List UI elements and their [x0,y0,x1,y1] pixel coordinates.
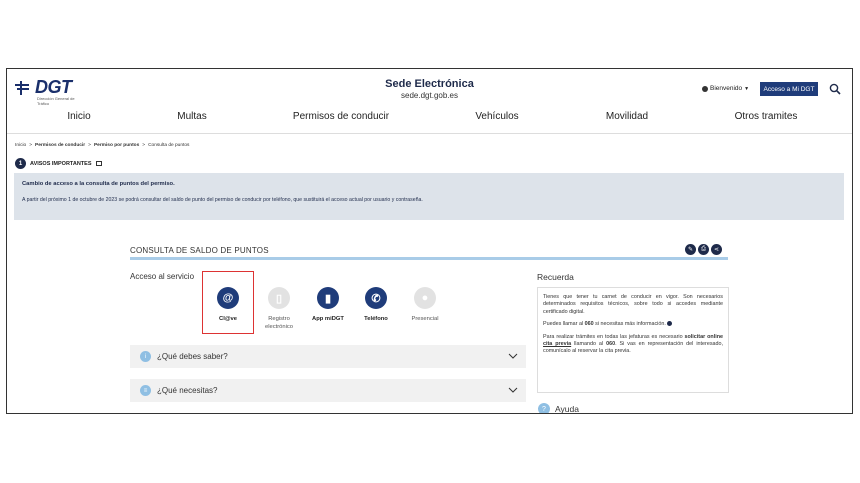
help-icon[interactable] [667,321,673,327]
highlight-box [202,271,254,334]
text-fragment: Para realizar trámites en todas las jefa… [543,333,685,340]
breadcrumb-separator: > [142,143,146,148]
service-registro: ▯ Registro electrónico [257,287,301,331]
text-fragment: si necesitas más información. [593,321,666,328]
nav-item-vehiculos[interactable]: Vehículos [475,111,518,122]
avisos-header[interactable]: 1 AVISOS IMPORTANTES [15,158,102,169]
checklist-icon: ≡ [140,385,151,396]
telephone-icon: ✆ [365,287,387,309]
text-fragment: llamando al [571,341,607,348]
breadcrumb-item-permisos[interactable]: Permisos de conducir [35,143,85,148]
main-nav: Inicio Multas Permisos de conducir Vehíc… [7,111,852,129]
nav-item-permisos[interactable]: Permisos de conducir [293,111,389,122]
avisos-count-badge: 1 [15,158,26,169]
acceso-label: Acceso al servicio [130,272,195,281]
breadcrumb-item-current: Consulta de puntos [148,143,190,148]
document-icon: ▯ [268,287,290,309]
chevron-down-icon [508,387,518,393]
avisos-label: AVISOS IMPORTANTES [30,160,92,167]
ayuda-label: Ayuda [555,404,579,414]
ayuda-section[interactable]: ? Ayuda [538,403,579,414]
accordion-label: ¿Qué necesitas? [157,386,218,395]
nav-divider [7,133,852,134]
browser-frame: DGT Dirección General de Tráfico Sede El… [6,68,853,414]
cita-previa-link[interactable]: cita previa [543,341,571,347]
welcome-label: Bienvenido [710,85,743,92]
recuerda-paragraph-1: Tienes que tener tu carnet de conducir e… [543,294,723,315]
notice-title: Cambio de acceso a la consulta de puntos… [22,181,175,187]
search-icon[interactable] [829,83,841,95]
site-header: DGT Dirección General de Tráfico Sede El… [7,69,852,109]
globe-icon [702,85,708,92]
breadcrumb-item-inicio[interactable]: Inicio [15,143,26,148]
service-label: App miDGT [312,316,344,322]
breadcrumb-separator: > [88,143,91,148]
accordion-que-debes-saber[interactable]: i ¿Qué debes saber? [130,345,526,368]
notice-body: A partir del próximo 1 de octubre de 202… [22,197,423,203]
nav-item-otros[interactable]: Otros tramites [735,111,798,122]
nav-item-multas[interactable]: Multas [177,111,206,122]
breadcrumb-separator: > [29,143,33,148]
mi-dgt-button[interactable]: Acceso a Mi DGT [760,82,818,96]
section-title: CONSULTA DE SALDO DE PUNTOS [130,246,269,255]
info-icon: i [140,351,151,362]
text-fragment: Puedes llamar al [543,321,585,328]
nav-item-inicio[interactable]: Inicio [67,111,90,122]
people-icon: ● [414,287,436,309]
service-label: Teléfono [364,316,388,322]
print-icon[interactable]: ⎙ [698,244,709,255]
section-underline [130,257,728,260]
service-telefono[interactable]: ✆ Teléfono [354,287,398,323]
notice-panel: Cambio de acceso a la consulta de puntos… [14,173,844,220]
recuerda-box: Tienes que tener tu carnet de conducir e… [537,287,729,393]
caret-down-icon: ▼ [744,85,750,92]
service-app-midgt[interactable]: ▮ App miDGT [306,287,350,323]
service-presencial: ● Presencial [403,287,447,323]
phone-number: 060 [584,321,594,328]
breadcrumb: Inicio > Permisos de conducir > Permiso … [15,143,189,148]
edit-icon[interactable]: ✎ [685,244,696,255]
recuerda-paragraph-3: Para realizar trámites en todas las jefa… [543,334,723,356]
service-label: Presencial [411,316,439,322]
welcome-menu[interactable]: Bienvenido ▼ [702,85,749,92]
nav-item-movilidad[interactable]: Movilidad [606,111,648,122]
collapse-icon[interactable] [95,161,102,166]
recuerda-paragraph-2: Puedes llamar al 060 si necesitas más in… [543,321,723,328]
service-label: Registro electrónico [264,316,294,330]
section-actions: ✎ ⎙ ⋖ [685,244,722,255]
recuerda-title: Recuerda [537,272,574,282]
share-icon[interactable]: ⋖ [711,244,722,255]
accordion-label: ¿Qué debes saber? [157,352,228,361]
text-fragment: solicitar online [684,333,724,340]
phone-number: 060 [606,341,616,348]
breadcrumb-item-permiso-puntos[interactable]: Permiso por puntos [94,143,139,148]
accordion-que-necesitas[interactable]: ≡ ¿Qué necesitas? [130,379,526,402]
site-url: sede.dgt.gob.es [401,91,458,100]
phone-app-icon: ▮ [317,287,339,309]
question-icon: ? [538,403,550,413]
chevron-down-icon [508,353,518,359]
